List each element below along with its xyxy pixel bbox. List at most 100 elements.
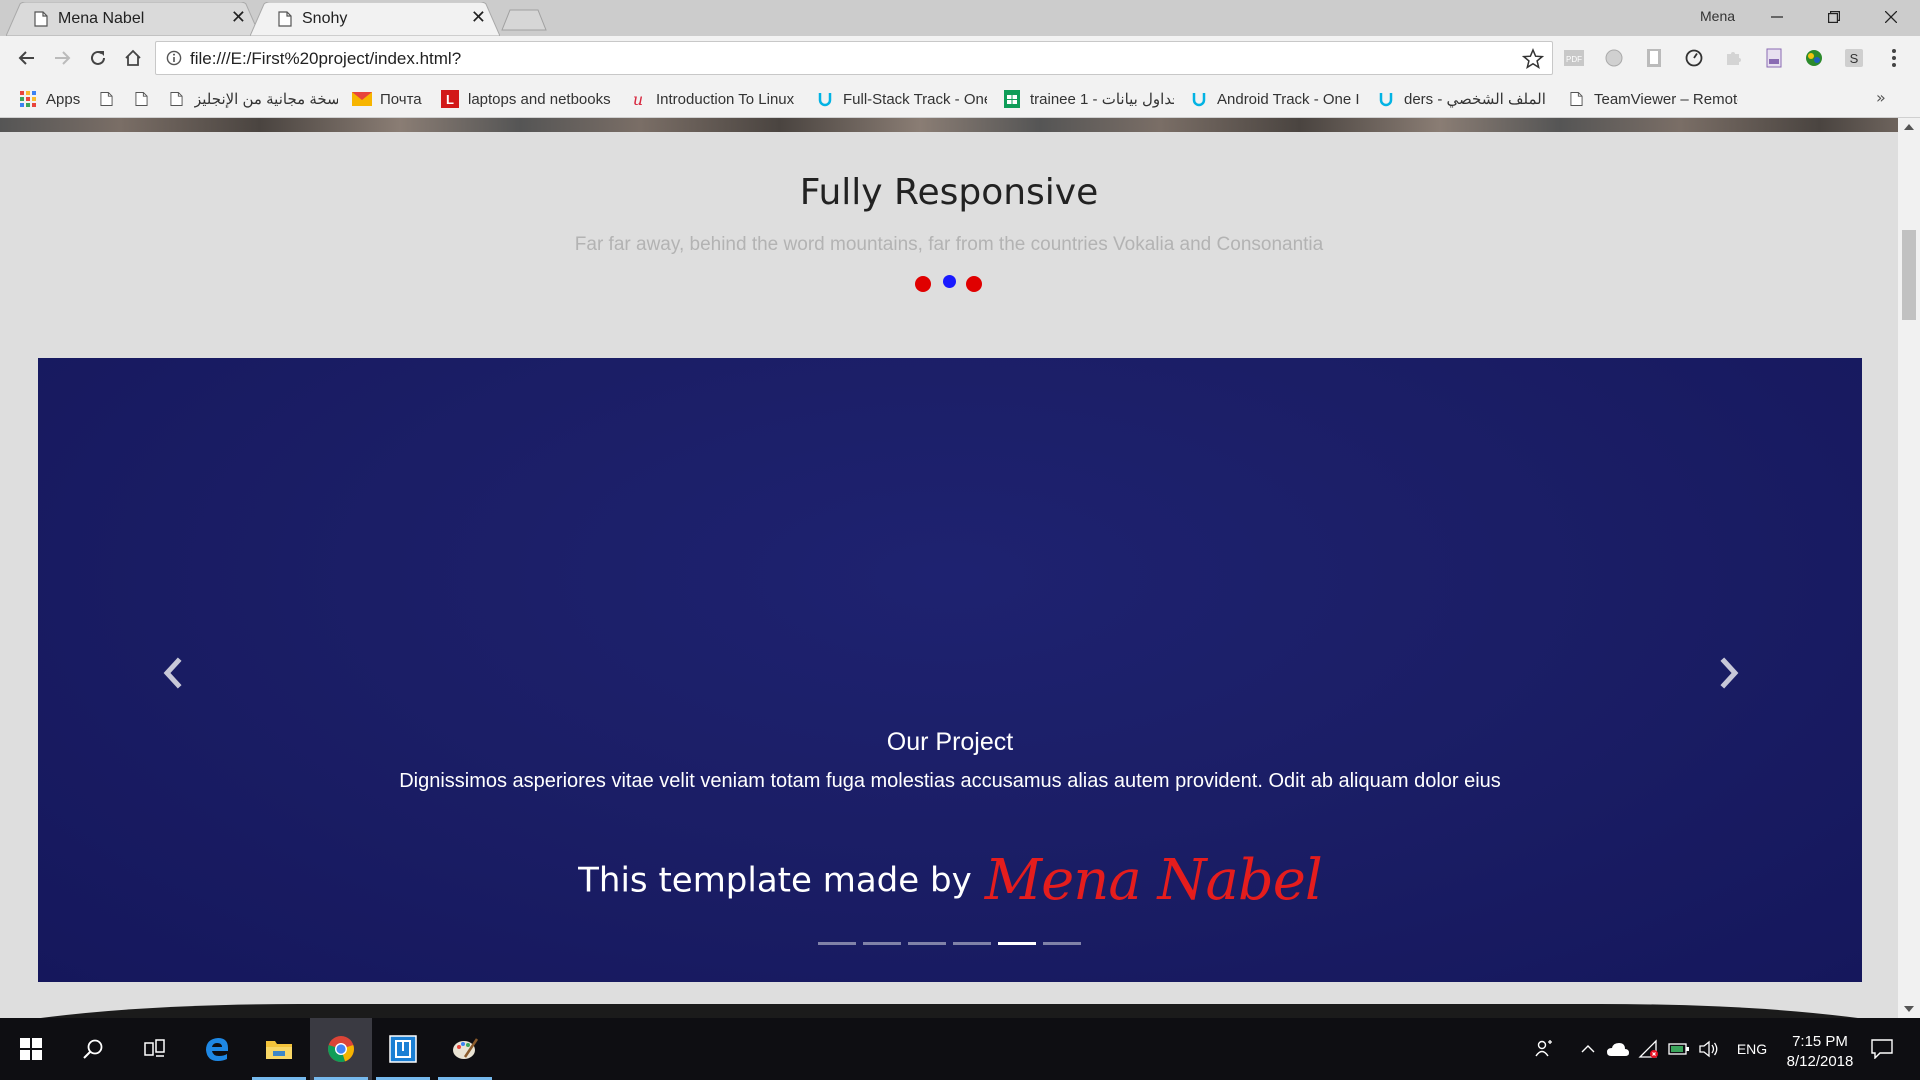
window-close-button[interactable] xyxy=(1862,0,1920,34)
chrome-menu-button[interactable] xyxy=(1882,46,1906,70)
taskbar-terminal-app[interactable] xyxy=(372,1018,434,1080)
decorative-dots xyxy=(915,273,982,293)
extension-globe[interactable] xyxy=(1602,46,1626,70)
tab-snohy[interactable]: Snohy ✕ xyxy=(250,2,500,36)
next-section-edge xyxy=(40,1004,1858,1018)
extension-s[interactable]: S xyxy=(1842,46,1866,70)
bookmark-apps[interactable]: Apps xyxy=(18,80,88,118)
bookmark-page-2[interactable] xyxy=(131,80,155,118)
sheets-icon xyxy=(1002,89,1022,109)
info-icon[interactable] xyxy=(166,50,182,66)
extension-pdf-purple[interactable] xyxy=(1762,46,1786,70)
new-tab-button[interactable] xyxy=(500,8,548,32)
minimize-button[interactable] xyxy=(1748,0,1806,34)
page-scrollbar[interactable] xyxy=(1898,118,1920,1018)
page-icon xyxy=(131,89,151,109)
taskbar-paint[interactable] xyxy=(434,1018,496,1080)
project-carousel: Our Project Dignissimos asperiores vitae… xyxy=(38,358,1862,982)
close-tab-icon[interactable]: ✕ xyxy=(471,8,486,28)
windows-taskbar: ENG 7:15 PM 8/12/2018 xyxy=(0,1018,1920,1080)
carousel-prev-icon[interactable] xyxy=(158,653,188,693)
scroll-down-button[interactable] xyxy=(1898,1000,1920,1018)
speedometer-icon xyxy=(1685,49,1703,67)
reload-button[interactable] xyxy=(84,44,112,72)
carousel-indicator[interactable] xyxy=(998,942,1036,945)
file-explorer-icon xyxy=(266,1041,292,1059)
notification-icon xyxy=(1871,1039,1893,1059)
caret-up-icon xyxy=(1904,124,1914,130)
bookmark-pochta[interactable]: Почта xyxy=(352,80,430,118)
carousel-indicator[interactable] xyxy=(818,942,856,945)
start-button[interactable] xyxy=(0,1018,62,1080)
carousel-next-icon[interactable] xyxy=(1714,653,1744,693)
back-button[interactable] xyxy=(13,44,41,72)
more-vertical-icon xyxy=(1892,49,1896,67)
bookmark-profile[interactable]: ders - الملف الشخصي xyxy=(1376,80,1554,118)
task-view-button[interactable] xyxy=(124,1018,186,1080)
tray-people[interactable] xyxy=(1530,1036,1558,1062)
svg-text:L: L xyxy=(446,92,454,107)
action-center-button[interactable] xyxy=(1862,1036,1902,1062)
close-tab-icon[interactable]: ✕ xyxy=(231,8,246,28)
bookmark-page-1[interactable] xyxy=(96,80,120,118)
taskbar-search-button[interactable] xyxy=(62,1018,124,1080)
bookmark-linux[interactable]: u Introduction To Linux xyxy=(628,80,800,118)
carousel-indicator[interactable] xyxy=(1043,942,1081,945)
bookmark-teamviewer[interactable]: TeamViewer – Remote xyxy=(1566,80,1738,118)
bookmark-android[interactable]: Android Track - One I xyxy=(1189,80,1361,118)
system-clock[interactable]: 7:15 PM 8/12/2018 xyxy=(1770,1032,1870,1072)
battery-icon xyxy=(1668,1043,1689,1055)
browser-toolbar: file:///E:/First%20project/index.html? P… xyxy=(0,36,1920,80)
input-language[interactable]: ENG xyxy=(1732,1036,1772,1062)
udacity-icon xyxy=(1189,89,1209,109)
bookmark-star-icon[interactable] xyxy=(1522,48,1544,70)
carousel-caption-title: Our Project xyxy=(886,728,1014,756)
carousel-indicator[interactable] xyxy=(863,942,901,945)
taskbar-file-explorer[interactable] xyxy=(248,1018,310,1080)
tab-title: Mena Nabel xyxy=(58,10,145,27)
home-icon xyxy=(125,49,141,66)
carousel-indicator[interactable] xyxy=(908,942,946,945)
url-text[interactable]: file:///E:/First%20project/index.html? xyxy=(190,49,461,69)
udacity-icon xyxy=(815,89,835,109)
bookmark-laptops[interactable]: L laptops and netbooks xyxy=(440,80,612,118)
arrow-left-icon xyxy=(18,51,34,65)
extension-colorful[interactable] xyxy=(1802,46,1826,70)
header-image-strip xyxy=(0,118,1898,132)
bookmark-icon xyxy=(1647,49,1661,67)
home-button[interactable] xyxy=(119,44,147,72)
bookmark-fullstack[interactable]: Full-Stack Track - One xyxy=(815,80,987,118)
tray-network[interactable] xyxy=(1636,1036,1662,1062)
extension-bookmark[interactable] xyxy=(1642,46,1666,70)
tray-onedrive[interactable] xyxy=(1604,1036,1632,1062)
page-icon xyxy=(1566,89,1586,109)
extension-speed[interactable] xyxy=(1682,46,1706,70)
tray-show-hidden[interactable] xyxy=(1576,1036,1600,1062)
restore-button[interactable] xyxy=(1805,0,1863,34)
pdf-icon: PDF xyxy=(1564,50,1584,66)
page-icon xyxy=(166,89,186,109)
extension-puzzle[interactable] xyxy=(1722,46,1746,70)
bookmark-trainee[interactable]: trainee 1 - جداول بيانات xyxy=(1002,80,1174,118)
tray-volume[interactable] xyxy=(1696,1036,1722,1062)
scrollbar-thumb[interactable] xyxy=(1902,230,1916,320)
paint-icon xyxy=(453,1038,479,1059)
extension-pdf[interactable]: PDF xyxy=(1562,46,1586,70)
puzzle-icon xyxy=(1727,52,1741,65)
profile-name[interactable]: Mena xyxy=(1700,8,1735,24)
mail-icon xyxy=(352,89,372,109)
tab-mena-nabel[interactable]: Mena Nabel ✕ xyxy=(6,2,260,36)
tray-battery[interactable] xyxy=(1666,1036,1692,1062)
forward-button[interactable] xyxy=(48,44,76,72)
scroll-up-button[interactable] xyxy=(1898,118,1920,136)
chrome-icon xyxy=(328,1036,354,1063)
cloud-icon xyxy=(1607,1043,1629,1056)
credit-text: This template made by xyxy=(578,860,972,901)
bookmark-arabic-copy[interactable]: نسخة مجانية من الإنجليز xyxy=(166,80,338,118)
taskbar-chrome[interactable] xyxy=(310,1018,372,1080)
taskbar-edge[interactable] xyxy=(186,1018,248,1080)
carousel-caption-text: Dignissimos asperiores vitae velit venia… xyxy=(399,770,1501,792)
address-bar[interactable]: file:///E:/First%20project/index.html? xyxy=(155,41,1553,75)
bookmarks-overflow-button[interactable]: » xyxy=(1876,88,1886,107)
carousel-indicator[interactable] xyxy=(953,942,991,945)
